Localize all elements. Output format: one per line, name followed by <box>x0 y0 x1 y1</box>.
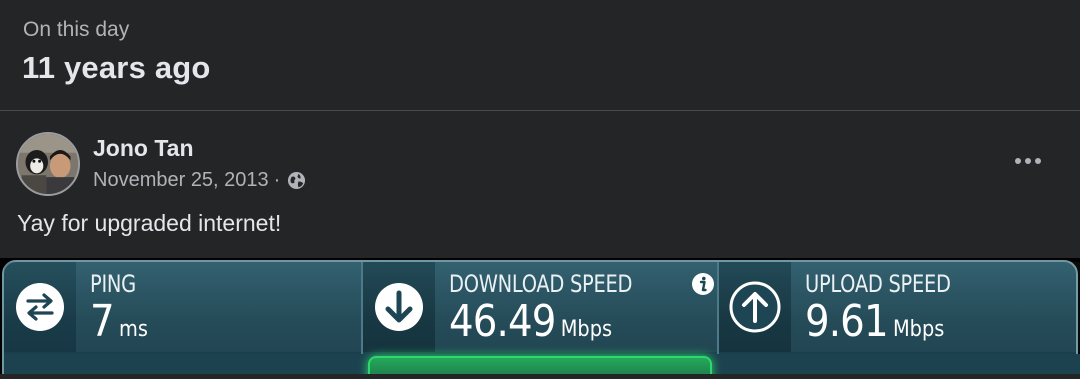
meta-separator: · <box>273 168 281 191</box>
memory-kicker: On this day <box>23 18 130 41</box>
ping-label: PING <box>90 270 136 298</box>
more-dot <box>1025 158 1031 164</box>
bottom-strip <box>0 374 1080 379</box>
post-image[interactable]: PING 7 ms DOWNLOAD SPEED 46.49 Mbps UPLO… <box>0 258 1080 379</box>
post-meta: November 25, 2013 · <box>93 167 306 193</box>
ping-cell: PING 7 ms <box>4 262 361 354</box>
ping-icon-column <box>4 262 76 352</box>
upload-cell: UPLOAD SPEED 9.61 Mbps <box>717 262 1080 354</box>
memory-title: 11 years ago <box>22 50 211 85</box>
ping-value-column: PING 7 ms <box>76 262 361 352</box>
arrows-exchange-icon <box>16 283 64 331</box>
upload-unit: Mbps <box>892 317 945 342</box>
download-value-column: DOWNLOAD SPEED 46.49 Mbps <box>435 262 717 352</box>
post-author[interactable]: Jono Tan <box>93 135 194 162</box>
more-dot <box>1035 158 1041 164</box>
avatar[interactable] <box>16 132 80 196</box>
more-horizontal-icon <box>1015 158 1021 164</box>
upload-label: UPLOAD SPEED <box>805 270 951 298</box>
download-icon-column <box>363 262 435 352</box>
post-date[interactable]: November 25, 2013 <box>93 169 269 192</box>
ping-value: 7 ms <box>90 296 148 347</box>
ping-number: 7 <box>90 296 115 347</box>
more-options-button[interactable] <box>1008 146 1048 176</box>
download-unit: Mbps <box>560 317 613 342</box>
upload-arrow-icon <box>729 281 781 333</box>
download-cell: DOWNLOAD SPEED 46.49 Mbps <box>361 262 717 354</box>
globe-icon <box>288 171 306 189</box>
upload-value: 9.61 Mbps <box>805 296 944 347</box>
download-label: DOWNLOAD SPEED <box>449 270 633 298</box>
upload-value-column: UPLOAD SPEED 9.61 Mbps <box>791 262 1080 352</box>
upload-number: 9.61 <box>805 296 889 347</box>
avatar-photo <box>18 134 78 194</box>
download-value: 46.49 Mbps <box>449 296 612 347</box>
post-text: Yay for upgraded internet! <box>17 210 282 236</box>
info-icon[interactable] <box>691 272 715 296</box>
upload-icon-column <box>719 262 791 352</box>
download-arrow-icon <box>375 283 423 331</box>
download-number: 46.49 <box>449 296 556 347</box>
memory-header: On this day 11 years ago <box>0 0 1080 111</box>
ping-unit: ms <box>119 317 148 342</box>
